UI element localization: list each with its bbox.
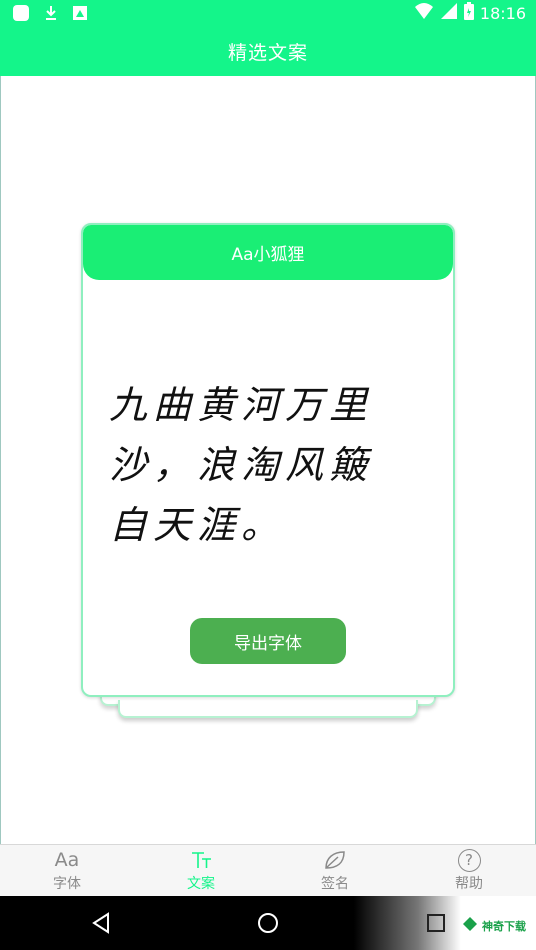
- status-right-icons: 18:16: [414, 2, 526, 24]
- nav-label: 签名: [321, 876, 349, 892]
- text-tt-icon: [190, 848, 212, 872]
- status-bar: 18:16: [0, 0, 536, 26]
- nav-label: 字体: [53, 876, 81, 892]
- nav-item-texts[interactable]: 文案: [134, 845, 268, 896]
- font-name: Aa小狐狸: [231, 245, 305, 265]
- system-nav-bar: 神奇下载: [0, 896, 536, 950]
- back-icon[interactable]: [86, 908, 116, 938]
- nav-label: 帮助: [455, 875, 483, 892]
- card-header: Aa小狐狸: [83, 225, 453, 280]
- watermark-logo-icon: [462, 916, 478, 936]
- card-stack-layer: [118, 700, 418, 718]
- image-icon: [72, 5, 88, 25]
- battery-icon: [463, 2, 474, 24]
- font-aa-icon: Aa: [54, 849, 80, 871]
- watermark: 神奇下载: [462, 916, 526, 936]
- status-left-icons: [12, 4, 88, 26]
- watermark-text: 神奇下载: [482, 920, 526, 933]
- recents-icon[interactable]: [421, 908, 451, 938]
- wifi-icon: [414, 2, 434, 24]
- signature-leaf-icon: [323, 848, 347, 872]
- help-question-icon: ?: [457, 848, 481, 872]
- bottom-nav: Aa 字体 文案 签名 ? 帮助: [0, 844, 536, 896]
- font-preview-card: Aa小狐狸 九曲黄河万里沙，浪淘风簸自天涯。 导出字体: [81, 223, 455, 697]
- signal-icon: [440, 2, 458, 24]
- nav-item-help[interactable]: ? 帮助: [402, 845, 536, 896]
- nav-item-fonts[interactable]: Aa 字体: [0, 845, 134, 896]
- page-title: 精选文案: [227, 41, 308, 64]
- nav-label: 文案: [187, 876, 215, 892]
- sample-text: 九曲黄河万里沙，浪淘风簸自天涯。: [109, 383, 374, 547]
- app-bar: 精选文案: [0, 26, 536, 76]
- nav-item-signature[interactable]: 签名: [268, 845, 402, 896]
- home-icon[interactable]: [253, 908, 283, 938]
- download-icon: [44, 4, 58, 26]
- app-icon: [12, 4, 30, 26]
- export-font-button[interactable]: 导出字体: [190, 618, 346, 664]
- status-time: 18:16: [479, 3, 526, 23]
